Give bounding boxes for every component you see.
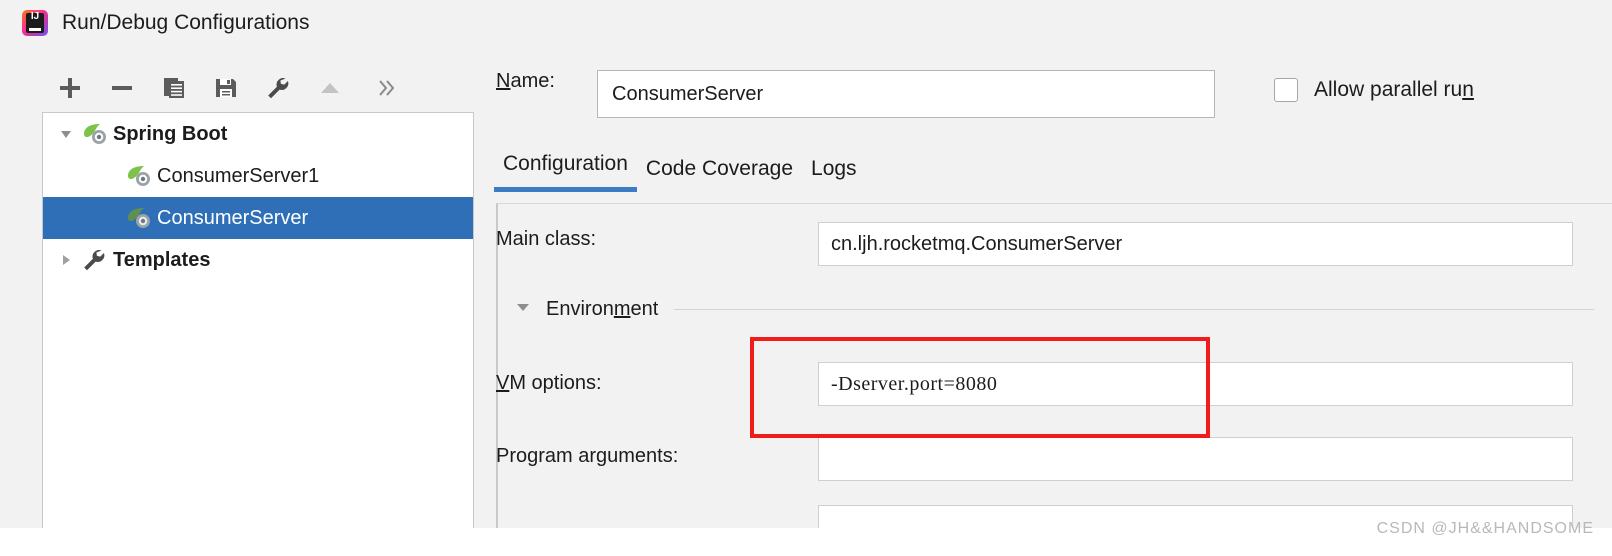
tree-node-templates[interactable]: Templates: [43, 239, 473, 281]
environment-section-label: Environment: [546, 298, 658, 321]
vm-options-label-suffix: M options:: [509, 372, 602, 394]
more-options-button[interactable]: [356, 66, 416, 110]
tree-node-label: Spring Boot: [113, 122, 228, 145]
expand-twisty-icon[interactable]: [51, 126, 81, 142]
tree-node-consumerserver1[interactable]: ConsumerServer1: [43, 155, 473, 197]
tab-code-coverage[interactable]: Code Coverage: [637, 157, 802, 192]
tree-node-spring-boot[interactable]: Spring Boot: [43, 113, 473, 155]
chevron-double-right-icon: [379, 80, 395, 96]
copy-configuration-button[interactable]: [148, 66, 200, 110]
tree-node-consumerserver[interactable]: ConsumerServer: [43, 197, 473, 239]
allow-parallel-run-label-prefix: Allow parallel ru: [1314, 78, 1463, 101]
vm-options-label-mnemonic: V: [496, 372, 510, 394]
name-label-suffix: ame:: [510, 70, 555, 92]
spring-boot-icon: [125, 163, 153, 189]
copy-icon: [164, 78, 184, 98]
minus-icon: [112, 86, 132, 90]
intellij-idea-icon: IJ: [22, 10, 48, 36]
dialog-titlebar: IJ Run/Debug Configurations: [0, 0, 1612, 46]
allow-parallel-run-row[interactable]: Allow parallel run: [1274, 78, 1474, 102]
name-label-mnemonic: N: [496, 70, 511, 92]
name-label-row: Name:: [496, 70, 555, 93]
tree-node-label: ConsumerServer: [157, 206, 309, 229]
configurations-toolbar: [44, 62, 474, 114]
name-label: Name:: [496, 70, 555, 93]
collapse-twisty-icon[interactable]: [51, 252, 81, 268]
settings-tabs[interactable]: Configuration Code Coverage Logs: [494, 152, 866, 192]
tree-node-label: ConsumerServer1: [157, 164, 320, 187]
configurations-tree[interactable]: Spring Boot ConsumerServer1 ConsumerServ…: [42, 112, 474, 528]
wrench-icon: [268, 78, 289, 99]
environment-label-mnemonic: m: [613, 298, 631, 320]
arrow-up-icon: [321, 83, 339, 93]
save-icon: [216, 79, 236, 97]
vm-options-input[interactable]: -Dserver.port=8080: [818, 362, 1573, 406]
main-class-label: Main class:: [496, 228, 597, 250]
move-up-button[interactable]: [304, 66, 356, 110]
edit-templates-button[interactable]: [252, 66, 304, 110]
add-configuration-button[interactable]: [44, 66, 96, 110]
main-class-input[interactable]: cn.ljh.rocketmq.ConsumerServer: [818, 222, 1573, 266]
save-configuration-button[interactable]: [200, 66, 252, 110]
plus-icon: [60, 78, 80, 98]
tree-node-label: Templates: [113, 248, 211, 271]
program-arguments-label: Program arguments:: [496, 445, 679, 467]
allow-parallel-run-checkbox[interactable]: [1274, 78, 1298, 102]
program-arguments-input[interactable]: [818, 437, 1573, 481]
remove-configuration-button[interactable]: [96, 66, 148, 110]
wrench-icon: [81, 247, 109, 273]
environment-section-header[interactable]: Environment: [514, 298, 1594, 321]
tab-configuration[interactable]: Configuration: [494, 152, 637, 192]
spring-boot-icon: [125, 205, 153, 231]
dialog-title: Run/Debug Configurations: [62, 11, 310, 34]
tab-logs[interactable]: Logs: [802, 157, 866, 192]
name-input[interactable]: ConsumerServer: [597, 70, 1215, 118]
environment-separator-line: [674, 309, 1594, 310]
environment-label-prefix: Environ: [546, 298, 614, 320]
spring-boot-icon: [81, 121, 109, 147]
run-debug-configurations-dialog: IJ Run/Debug Configurations Spring Boot …: [0, 0, 1612, 528]
allow-parallel-run-mnemonic: n: [1462, 78, 1474, 101]
environment-collapse-icon[interactable]: [514, 298, 532, 321]
watermark: CSDN @JH&&HANDSOME: [1376, 520, 1594, 537]
environment-label-suffix: ent: [630, 298, 659, 320]
vm-options-label: VM options:: [496, 372, 602, 395]
allow-parallel-run-label: Allow parallel run: [1314, 78, 1474, 102]
